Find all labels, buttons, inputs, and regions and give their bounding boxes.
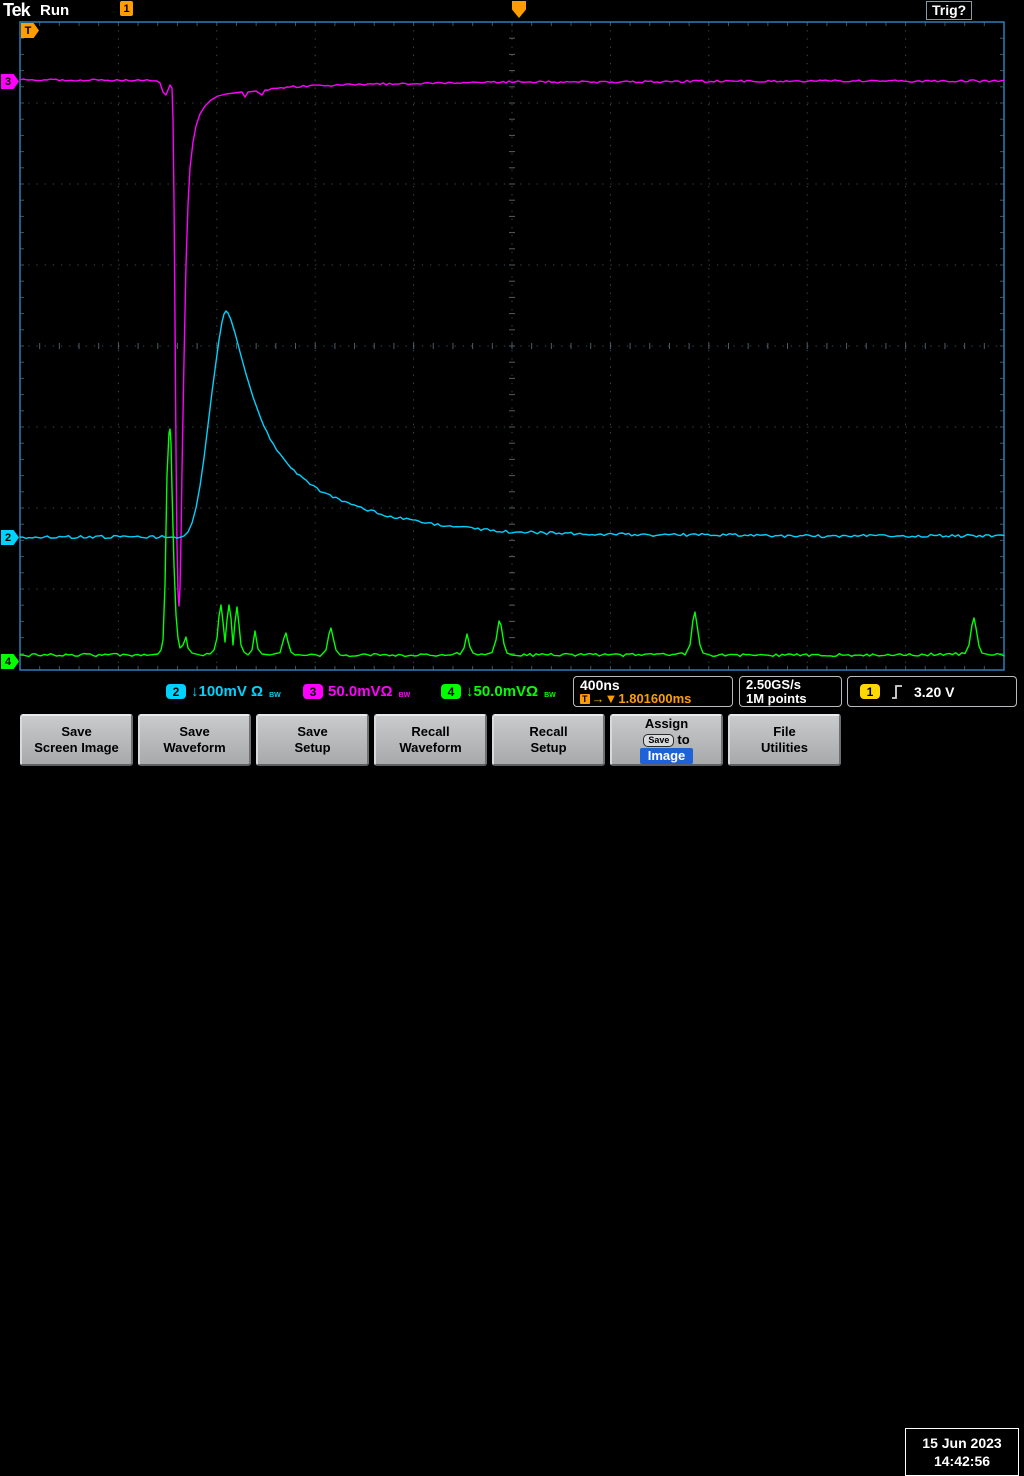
ch2-bandwidth-icon: BW (269, 692, 281, 699)
tek-logo: Tek (3, 0, 30, 21)
assign-target-chip: Image (640, 748, 694, 764)
ch2-readout[interactable]: 2 ↓100mV Ω BW (166, 683, 281, 700)
assign-save-to-button[interactable]: Assign Save to Image (610, 714, 723, 766)
acquisition-readout[interactable]: 2.50GS/s 1M points (739, 676, 842, 707)
recall-waveform-button[interactable]: Recall Waveform (374, 714, 487, 766)
save-key-icon: Save (643, 734, 674, 747)
save-screen-image-button[interactable]: Save Screen Image (20, 714, 133, 766)
ch2-scale: ↓100mV Ω (191, 683, 263, 700)
trigger-time-icon: T (580, 694, 590, 704)
rising-edge-icon (890, 683, 904, 701)
ch4-readout[interactable]: 4 ↓50.0mVΩ BW (441, 683, 556, 700)
datetime-box: 15 Jun 2023 14:42:56 (905, 1428, 1019, 1476)
top-status-bar: Tek Run 1 Trig? (0, 0, 1024, 20)
delay-value: 1.801600ms (618, 692, 691, 706)
acquisition-status: Run (40, 2, 69, 19)
ch3-scale: 50.0mVΩ (328, 683, 393, 700)
ch3-readout[interactable]: 3 50.0mVΩ BW (303, 683, 410, 700)
ch3-bandwidth-icon: BW (399, 692, 411, 699)
trigger-status: Trig? (926, 1, 972, 20)
ch4-scale: ↓50.0mVΩ (466, 683, 538, 700)
save-setup-button[interactable]: Save Setup (256, 714, 369, 766)
delay-readout: T →▼ 1.801600ms (580, 692, 726, 706)
waveform-display (0, 0, 1024, 768)
date-label: 15 Jun 2023 (922, 1435, 1001, 1451)
soft-menu-bar: Save Screen Image Save Waveform Save Setup … (0, 712, 1024, 768)
horizontal-readout[interactable]: 400ns T →▼ 1.801600ms (573, 676, 733, 707)
horizontal-scale: 400ns (580, 678, 726, 692)
time-label: 14:42:56 (934, 1453, 990, 1469)
trigger-level: 3.20 V (914, 684, 954, 700)
trigger-source-flag-icon: 1 (120, 1, 133, 16)
recall-setup-button[interactable]: Recall Setup (492, 714, 605, 766)
ch3-badge[interactable]: 3 (303, 684, 323, 699)
trigger-source-badge: 1 (860, 684, 880, 699)
readout-bar: 2 ↓100mV Ω BW 3 50.0mVΩ BW 4 ↓50.0mVΩ BW… (0, 676, 1024, 709)
sample-rate: 2.50GS/s (746, 678, 835, 692)
ch2-badge[interactable]: 2 (166, 684, 186, 699)
record-length: 1M points (746, 692, 835, 706)
trigger-readout[interactable]: 1 3.20 V (847, 676, 1017, 707)
ch4-badge[interactable]: 4 (441, 684, 461, 699)
delay-arrow-icon: →▼ (592, 692, 618, 706)
ch4-bandwidth-icon: BW (544, 692, 556, 699)
file-utilities-button[interactable]: File Utilities (728, 714, 841, 766)
save-waveform-button[interactable]: Save Waveform (138, 714, 251, 766)
ch4-trace (20, 429, 1004, 657)
